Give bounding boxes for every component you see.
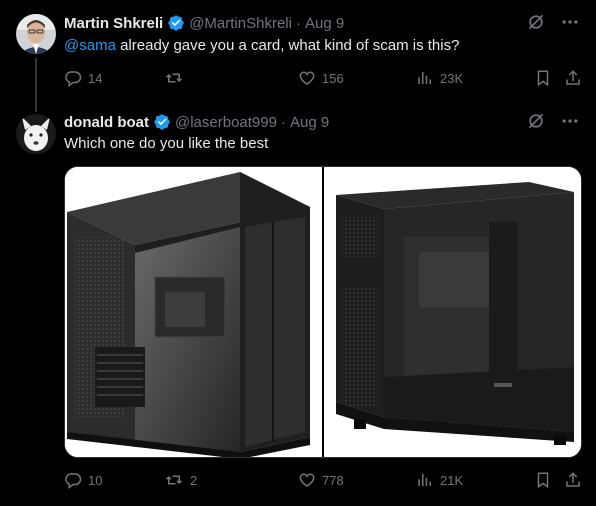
- verified-badge-icon: [167, 14, 185, 32]
- thread-connector-line: [35, 58, 37, 112]
- bookmark-button[interactable]: [534, 68, 552, 88]
- reply-icon: [64, 69, 82, 87]
- retweet-button[interactable]: [164, 68, 190, 88]
- like-icon: [298, 69, 316, 87]
- share-icon: [564, 471, 582, 489]
- tweet-martin-shkreli[interactable]: Martin Shkreli @MartinShkreli · Aug 9 @s…: [0, 0, 596, 112]
- separator-dot: ·: [280, 113, 286, 131]
- media-grid[interactable]: [64, 166, 582, 458]
- like-count: 778: [322, 472, 344, 488]
- views-icon: [416, 69, 434, 87]
- views-count: 21K: [440, 472, 464, 488]
- author-handle[interactable]: @MartinShkreli: [189, 15, 292, 32]
- reply-count: 10: [88, 472, 103, 488]
- action-bar: 10 2 778 21K: [64, 470, 580, 490]
- like-button[interactable]: 156: [298, 68, 344, 88]
- author-handle[interactable]: @laserboat999: [175, 114, 277, 131]
- views-icon: [416, 471, 434, 489]
- separator-dot: ·: [295, 14, 301, 32]
- views-button[interactable]: 23K: [416, 68, 463, 88]
- tweet-text: @sama already gave you a card, what kind…: [64, 36, 459, 56]
- tweet-text-body: already gave you a card, what kind of sc…: [115, 37, 460, 54]
- avatar-martin-shkreli[interactable]: [16, 14, 56, 54]
- tweet-date[interactable]: Aug 9: [290, 114, 329, 131]
- media-image-pc-case-left[interactable]: [65, 167, 322, 457]
- author-name[interactable]: Martin Shkreli: [64, 15, 163, 32]
- like-icon: [298, 471, 316, 489]
- media-image-pc-case-right[interactable]: [324, 167, 581, 457]
- like-button[interactable]: 778: [298, 470, 344, 490]
- retweet-icon: [164, 69, 184, 87]
- tweet-text: Which one do you like the best: [64, 135, 269, 152]
- reply-button[interactable]: 14: [64, 68, 102, 88]
- retweet-count: 2: [190, 472, 198, 488]
- views-count: 23K: [440, 70, 464, 86]
- author-name[interactable]: donald boat: [64, 114, 149, 131]
- grok-icon[interactable]: [526, 12, 546, 37]
- like-count: 156: [322, 70, 344, 86]
- more-icon[interactable]: [560, 111, 580, 136]
- bookmark-icon: [534, 471, 552, 489]
- tweet-date[interactable]: Aug 9: [305, 15, 344, 32]
- action-bar: 14 156 23K: [64, 68, 580, 88]
- reply-button[interactable]: 10: [64, 470, 102, 490]
- more-icon[interactable]: [560, 12, 580, 37]
- tweet-donald-boat[interactable]: donald boat @laserboat999 · Aug 9 Which …: [0, 106, 596, 506]
- verified-badge-icon: [153, 113, 171, 131]
- avatar-donald-boat[interactable]: [16, 114, 56, 154]
- tweet-header: donald boat @laserboat999 · Aug 9: [64, 112, 329, 132]
- share-button[interactable]: [564, 470, 582, 490]
- mention-link[interactable]: @sama: [64, 37, 116, 54]
- share-button[interactable]: [564, 68, 582, 88]
- share-icon: [564, 69, 582, 87]
- reply-count: 14: [88, 70, 103, 86]
- grok-icon[interactable]: [526, 111, 546, 136]
- bookmark-button[interactable]: [534, 470, 552, 490]
- bookmark-icon: [534, 69, 552, 87]
- tweet-header: Martin Shkreli @MartinShkreli · Aug 9: [64, 13, 344, 33]
- views-button[interactable]: 21K: [416, 470, 463, 490]
- retweet-button[interactable]: 2: [164, 470, 197, 490]
- reply-icon: [64, 471, 82, 489]
- retweet-icon: [164, 471, 184, 489]
